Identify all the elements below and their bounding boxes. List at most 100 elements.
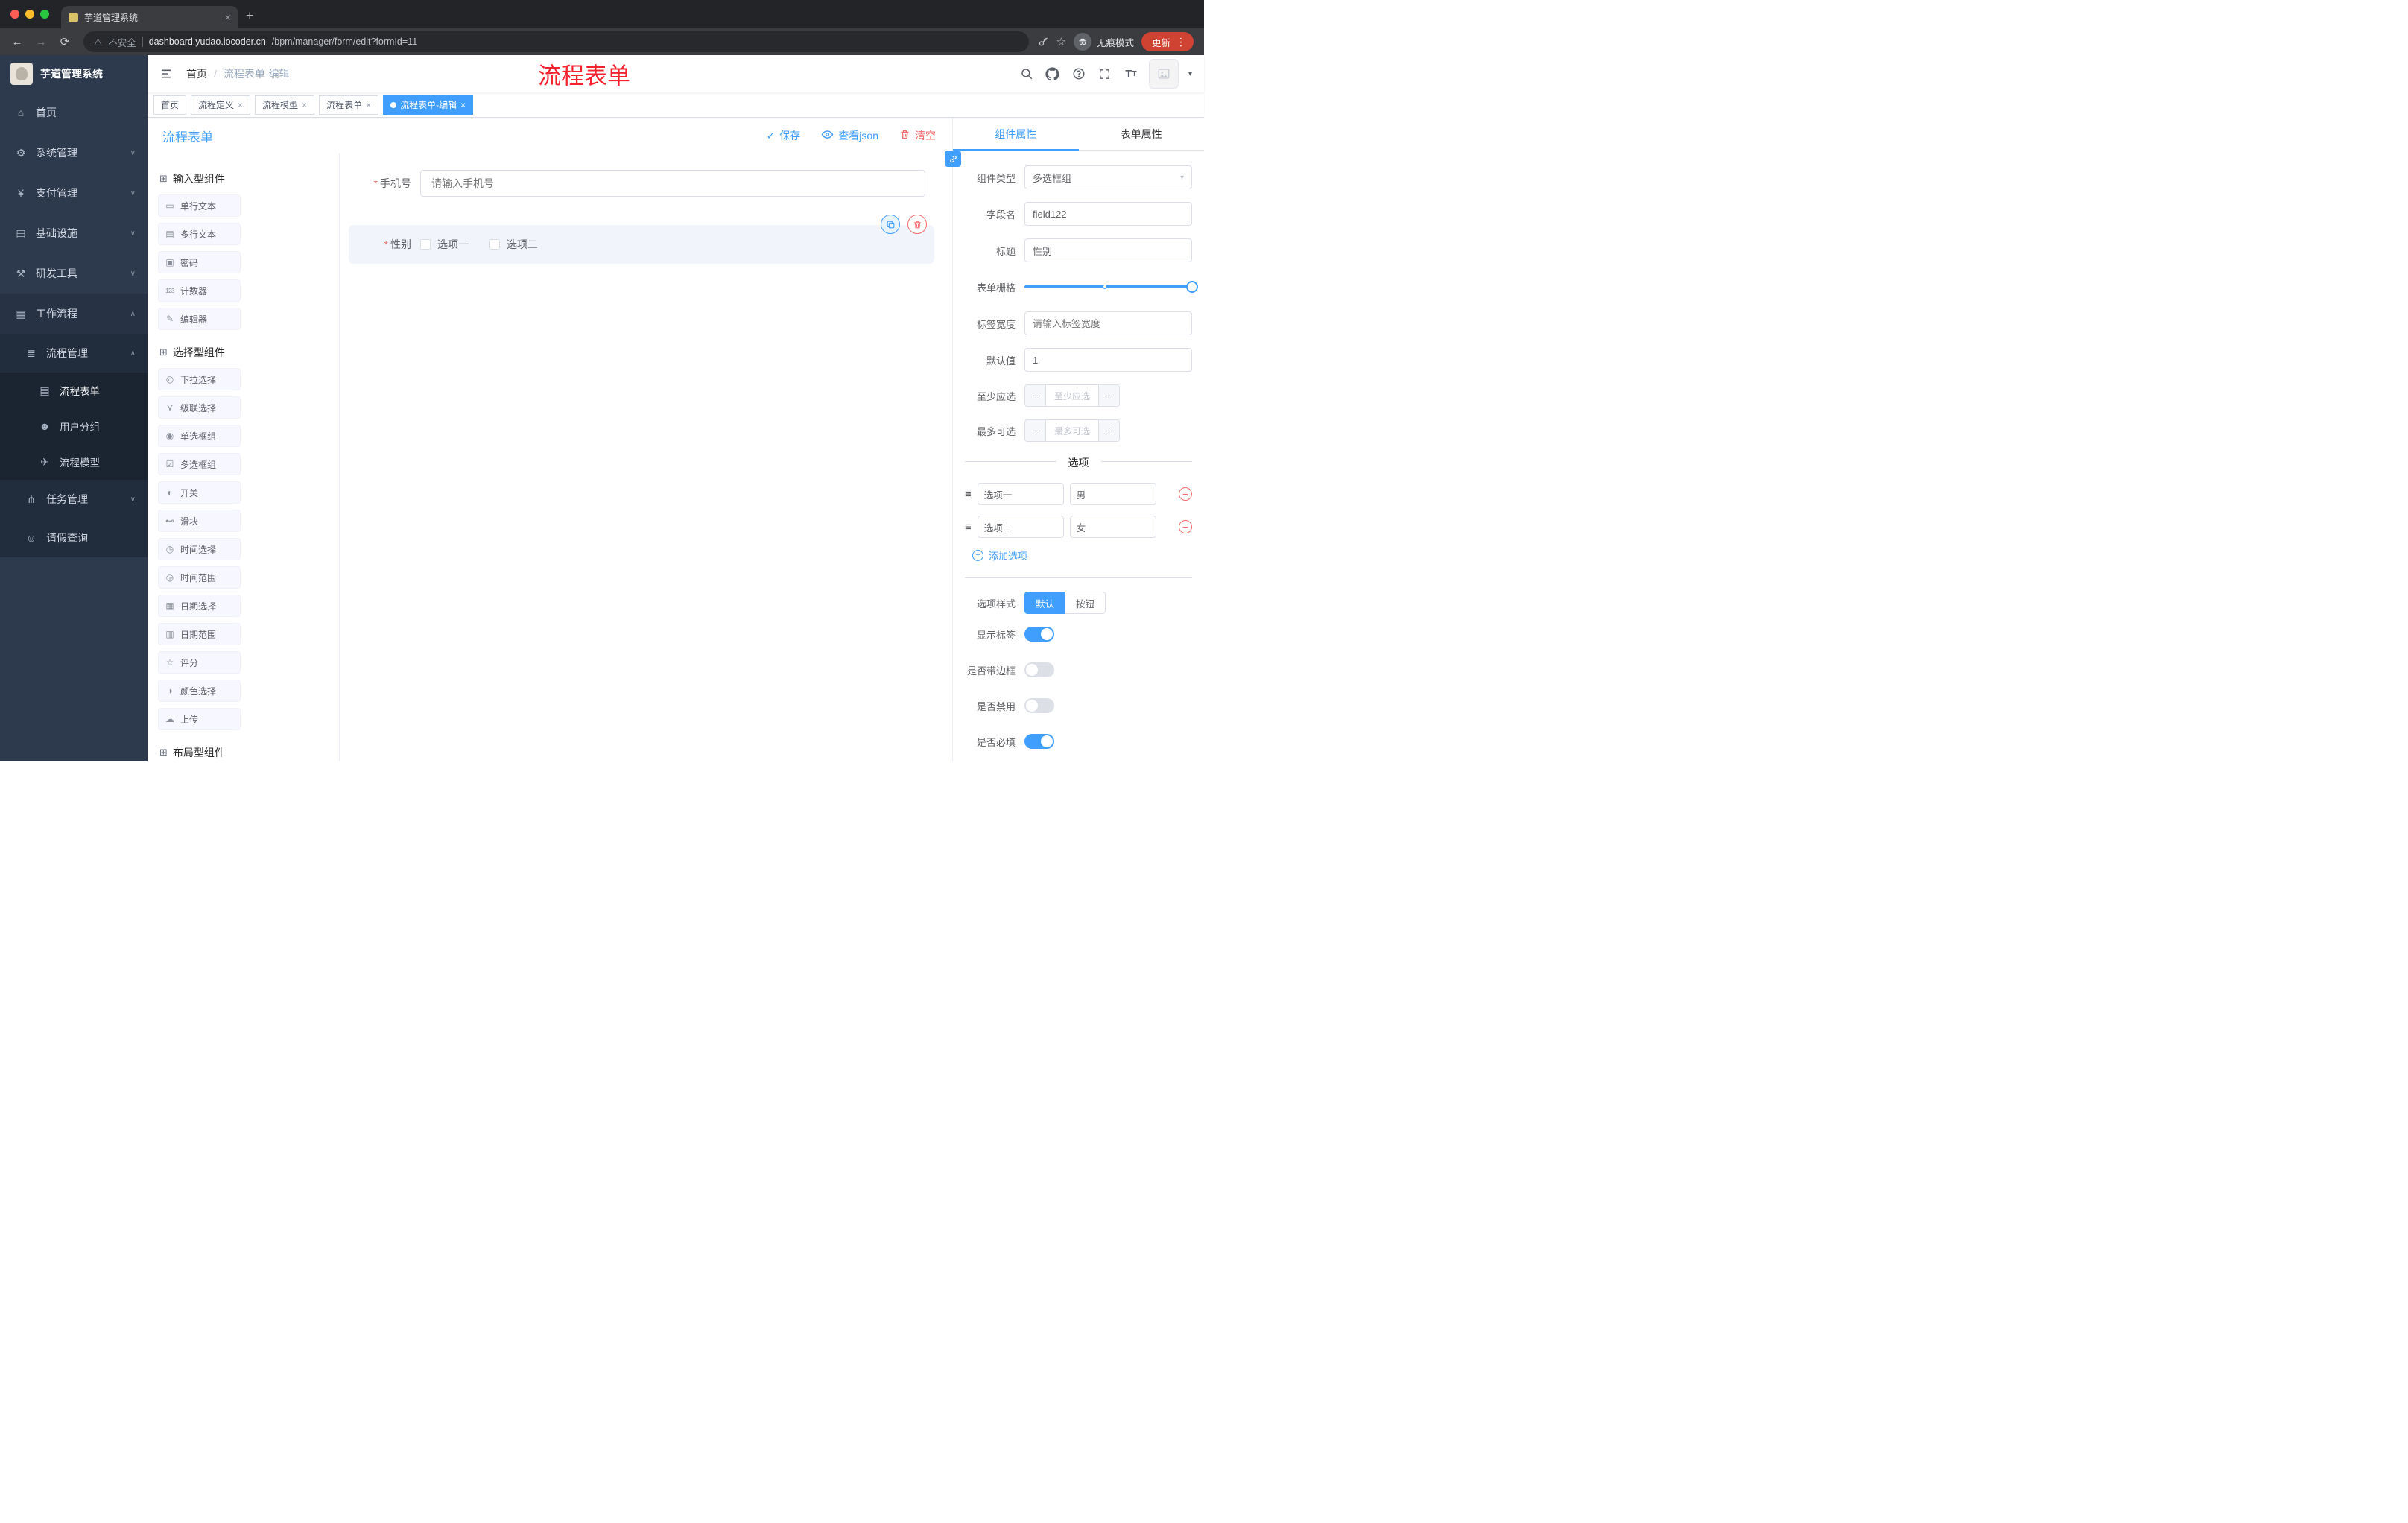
palette-item-editor[interactable]: ✎ 编辑器 — [158, 308, 241, 330]
add-option-button[interactable]: + 添加选项 — [972, 548, 1192, 563]
sidebar-item-payment[interactable]: ¥ 支付管理 ∨ — [0, 173, 148, 213]
max-select-value[interactable]: 最多可选 — [1046, 420, 1098, 441]
canvas-field-phone[interactable]: 手机号 — [349, 164, 934, 203]
link-badge-icon[interactable] — [945, 151, 961, 167]
tag-process-form-edit[interactable]: 流程表单-编辑 × — [383, 95, 474, 115]
bookmark-star-icon[interactable]: ☆ — [1056, 35, 1066, 48]
minimize-window-button[interactable] — [25, 10, 34, 19]
grid-slider[interactable] — [1024, 275, 1198, 299]
plus-icon[interactable]: + — [1098, 420, 1119, 441]
browser-tab[interactable]: 芋道管理系统 × — [61, 6, 238, 28]
drag-handle-icon[interactable]: ≡ — [965, 488, 972, 501]
chevron-down-icon[interactable]: ▾ — [1188, 70, 1192, 78]
view-json-button[interactable]: 查看json — [821, 128, 878, 143]
palette-item-counter[interactable]: 123 计数器 — [158, 279, 241, 302]
palette-item-single-line-text[interactable]: ▭ 单行文本 — [158, 194, 241, 217]
option-2-label-input[interactable] — [977, 516, 1064, 538]
field-name-input[interactable] — [1024, 202, 1192, 226]
tag-process-definition[interactable]: 流程定义 × — [191, 95, 251, 115]
checkbox-icon[interactable] — [420, 239, 431, 250]
clear-button[interactable]: 清空 — [899, 128, 936, 143]
font-size-icon[interactable]: TT — [1123, 66, 1139, 82]
help-icon[interactable] — [1071, 66, 1087, 82]
reload-icon[interactable]: ⟳ — [55, 32, 75, 51]
copy-field-button[interactable] — [881, 215, 900, 234]
tab-form-props[interactable]: 表单属性 — [1079, 118, 1205, 150]
hamburger-icon[interactable] — [159, 68, 173, 80]
sidebar-item-process-model[interactable]: ✈ 流程模型 — [0, 444, 148, 480]
option-2-value-input[interactable] — [1069, 516, 1156, 538]
forward-icon[interactable]: → — [31, 32, 51, 51]
update-button[interactable]: 更新 ⋮ — [1141, 32, 1194, 51]
palette-item-radio-group[interactable]: ◉ 单选框组 — [158, 425, 241, 447]
sidebar-item-system[interactable]: ⚙ 系统管理 ∨ — [0, 133, 148, 173]
sidebar-item-process-management[interactable]: ≣ 流程管理 ∧ — [0, 334, 148, 373]
back-icon[interactable]: ← — [7, 32, 27, 51]
tag-home[interactable]: 首页 — [153, 95, 187, 115]
sidebar-logo[interactable]: 芋道管理系统 — [0, 55, 148, 92]
address-bar[interactable]: ⚠ 不安全 dashboard.yudao.iocoder.cn/bpm/man… — [83, 31, 1029, 52]
palette-item-date-range[interactable]: ▥ 日期范围 — [158, 623, 241, 645]
palette-item-checkbox-group[interactable]: ☑ 多选框组 — [158, 453, 241, 475]
gender-option-2[interactable]: 选项二 — [489, 237, 538, 252]
min-select-value[interactable]: 至少应选 — [1046, 385, 1098, 406]
sidebar-item-workflow[interactable]: ▦ 工作流程 ∧ — [0, 294, 148, 334]
palette-item-switch[interactable]: ◐ 开关 — [158, 481, 241, 504]
close-icon[interactable]: × — [302, 100, 307, 110]
style-button-button[interactable]: 按钮 — [1065, 592, 1106, 614]
key-icon[interactable] — [1038, 37, 1049, 48]
style-default-button[interactable]: 默认 — [1024, 592, 1066, 614]
sidebar-item-user-group[interactable]: ☻ 用户分组 — [0, 408, 148, 444]
default-value-input[interactable] — [1024, 348, 1192, 372]
minus-icon[interactable]: − — [1025, 385, 1046, 406]
close-icon[interactable]: × — [460, 100, 466, 110]
slider-handle[interactable] — [1186, 281, 1198, 293]
label-width-input[interactable] — [1024, 311, 1192, 335]
palette-item-select[interactable]: ◎ 下拉选择 — [158, 368, 241, 390]
phone-input[interactable] — [420, 170, 925, 197]
border-toggle[interactable] — [1024, 662, 1054, 677]
disabled-toggle[interactable] — [1024, 698, 1054, 713]
minus-icon[interactable]: − — [1025, 420, 1046, 441]
sidebar-item-leave-query[interactable]: ☺ 请假查询 — [0, 519, 148, 557]
sidebar-item-devtools[interactable]: ⚒ 研发工具 ∨ — [0, 253, 148, 294]
close-icon[interactable]: × — [238, 100, 243, 110]
sidebar-item-home[interactable]: ⌂ 首页 — [0, 92, 148, 133]
remove-option-button[interactable]: − — [1179, 520, 1192, 533]
search-icon[interactable] — [1018, 66, 1035, 82]
new-tab-button[interactable]: + — [238, 8, 263, 28]
title-input[interactable] — [1024, 238, 1192, 262]
github-icon[interactable] — [1045, 66, 1061, 82]
canvas-field-gender-selected[interactable]: 性别 选项一 选项二 — [349, 215, 934, 264]
save-button[interactable]: ✓ 保存 — [767, 128, 801, 143]
option-1-label-input[interactable] — [977, 483, 1064, 505]
component-type-select[interactable]: 多选框组 ▾ — [1024, 165, 1192, 189]
checkbox-icon[interactable] — [489, 239, 500, 250]
zoom-window-button[interactable] — [40, 10, 49, 19]
option-1-value-input[interactable] — [1069, 483, 1156, 505]
plus-icon[interactable]: + — [1098, 385, 1119, 406]
palette-item-cascader[interactable]: ⋎ 级联选择 — [158, 396, 241, 419]
sidebar-item-task-management[interactable]: ⋔ 任务管理 ∨ — [0, 480, 148, 519]
show-label-toggle[interactable] — [1024, 627, 1054, 642]
tag-process-form[interactable]: 流程表单 × — [319, 95, 379, 115]
palette-item-upload[interactable]: ☁ 上传 — [158, 708, 241, 730]
form-canvas[interactable]: 手机号 — [340, 153, 952, 762]
fullscreen-icon[interactable] — [1097, 66, 1113, 82]
avatar[interactable] — [1148, 59, 1179, 89]
palette-item-time-range[interactable]: ◶ 时间范围 — [158, 566, 241, 589]
palette-item-color-picker[interactable]: ◑ 颜色选择 — [158, 680, 241, 702]
remove-option-button[interactable]: − — [1179, 487, 1192, 501]
palette-item-password[interactable]: ▣ 密码 — [158, 251, 241, 273]
browser-menu-icon[interactable]: ⋮ — [1176, 36, 1186, 48]
breadcrumb-home[interactable]: 首页 — [186, 66, 207, 81]
tab-close-icon[interactable]: × — [225, 11, 231, 23]
close-window-button[interactable] — [10, 10, 19, 19]
required-toggle[interactable] — [1024, 734, 1054, 749]
tag-process-model[interactable]: 流程模型 × — [255, 95, 315, 115]
delete-field-button[interactable] — [907, 215, 927, 234]
close-icon[interactable]: × — [366, 100, 371, 110]
palette-item-multi-line-text[interactable]: ▤ 多行文本 — [158, 223, 241, 245]
drag-handle-icon[interactable]: ≡ — [965, 521, 972, 533]
sidebar-item-infrastructure[interactable]: ▤ 基础设施 ∨ — [0, 213, 148, 253]
